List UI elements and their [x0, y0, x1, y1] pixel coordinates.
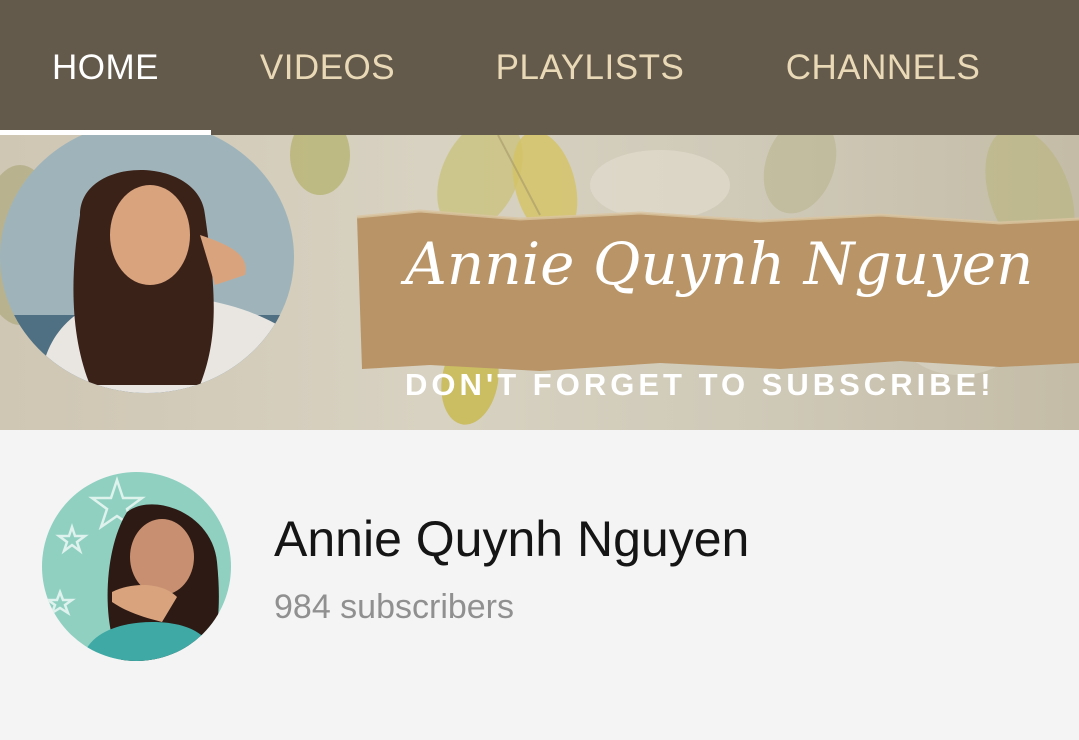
tab-videos-label: VIDEOS — [259, 47, 396, 87]
banner-portrait-photo — [0, 135, 294, 393]
channel-tab-bar: HOME VIDEOS PLAYLISTS CHANNELS — [0, 0, 1079, 135]
tab-home[interactable]: HOME — [0, 0, 211, 135]
channel-header: Annie Quynh Nguyen 984 subscribers — [0, 430, 1079, 740]
banner-script-title: Annie Quynh Nguyen — [405, 230, 1034, 298]
tab-channels-label: CHANNELS — [785, 47, 981, 87]
tab-videos[interactable]: VIDEOS — [211, 0, 444, 135]
tab-playlists-label: PLAYLISTS — [495, 47, 685, 87]
subscriber-count: 984 subscribers — [274, 588, 515, 626]
banner-subscribe-text: DON'T FORGET TO SUBSCRIBE! — [405, 367, 995, 402]
tab-playlists[interactable]: PLAYLISTS — [444, 0, 736, 135]
tab-channels[interactable]: CHANNELS — [736, 0, 1030, 135]
channel-name: Annie Quynh Nguyen — [274, 511, 750, 567]
channel-avatar[interactable] — [42, 472, 231, 661]
tab-home-label: HOME — [52, 47, 159, 87]
channel-banner: Annie Quynh Nguyen DON'T FORGET TO SUBSC… — [0, 135, 1079, 430]
